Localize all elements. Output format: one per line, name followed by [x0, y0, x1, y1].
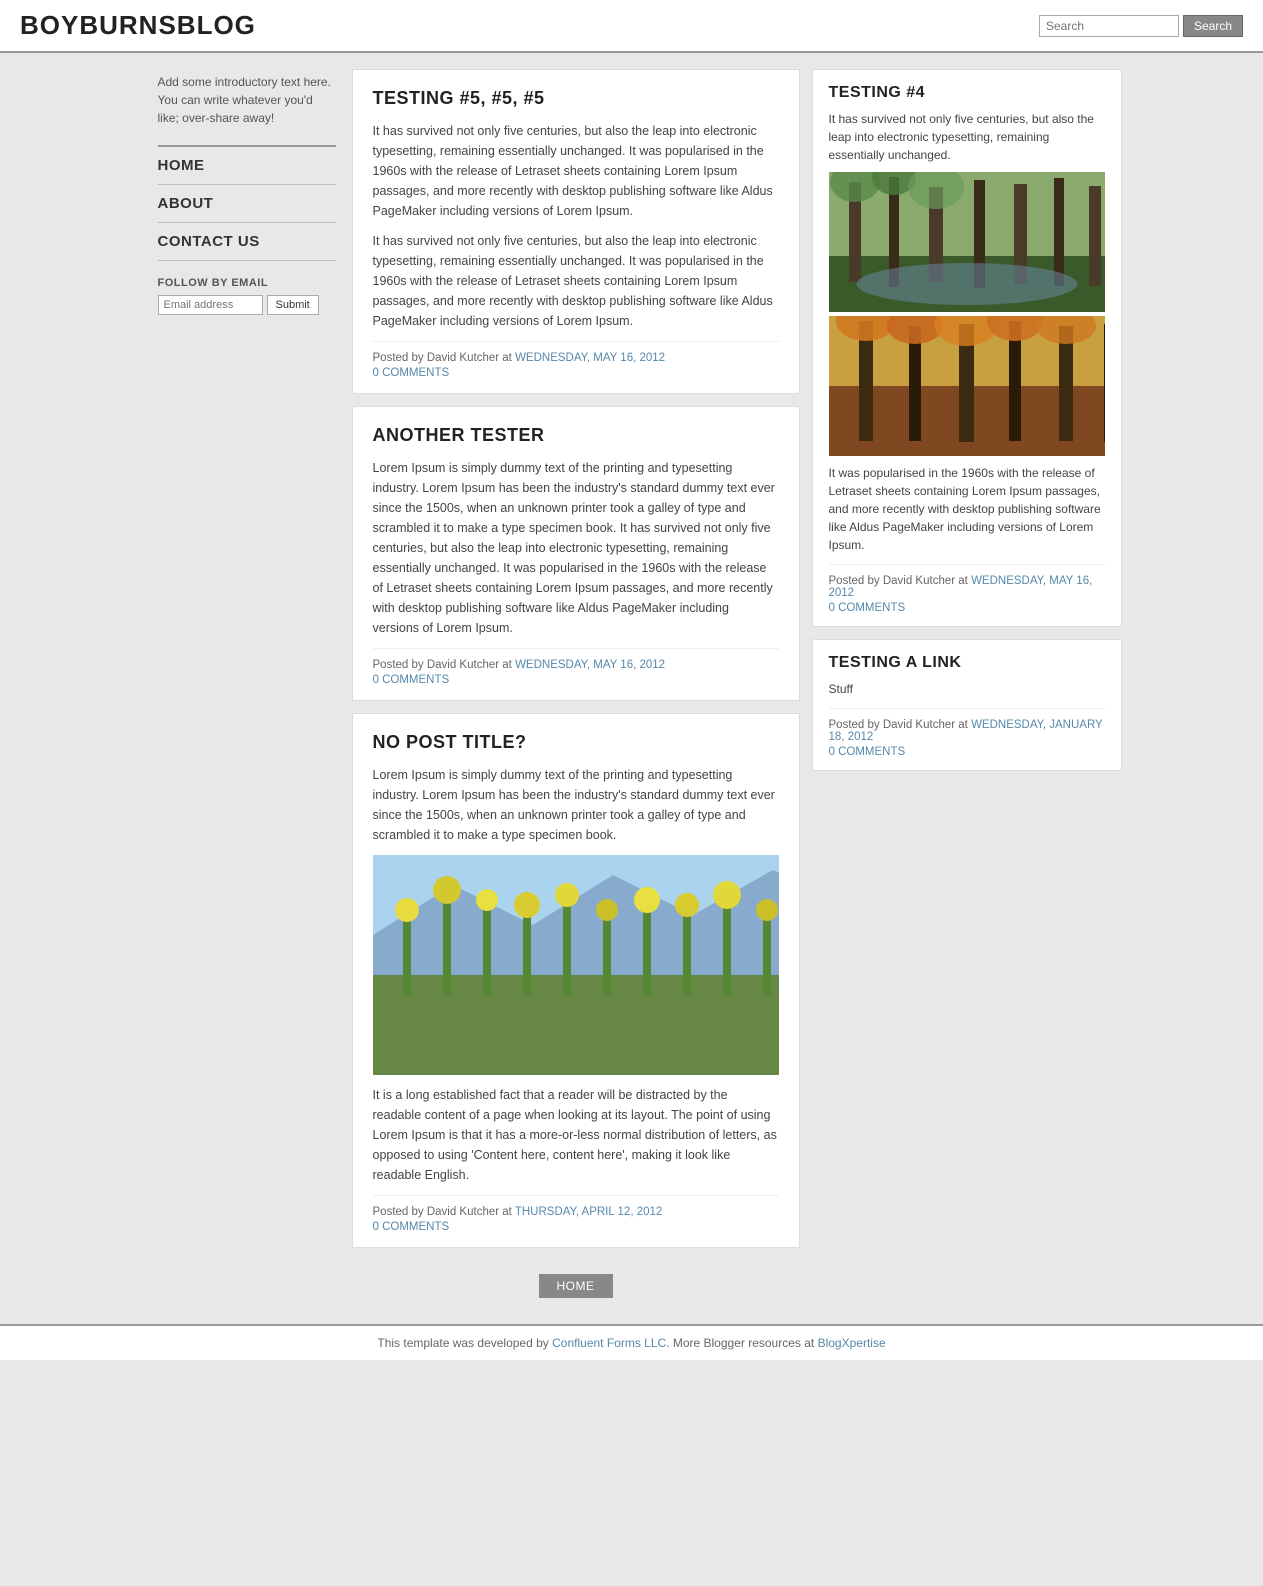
sidebar: Add some introductory text here. You can…: [142, 53, 352, 1324]
right-post-comments-1[interactable]: 0 COMMENTS: [829, 602, 1105, 614]
post-meta-2: Posted by David Kutcher at WEDNESDAY, MA…: [373, 648, 779, 686]
right-column: TESTING #4 It has survived not only five…: [812, 69, 1122, 1308]
footer-home-button[interactable]: HOME: [539, 1274, 613, 1298]
post-title-2: ANOTHER TESTER: [373, 425, 779, 446]
post-body-2: Lorem Ipsum is simply dummy text of the …: [373, 458, 779, 638]
sidebar-item-contact[interactable]: CONTACT US: [158, 223, 336, 261]
post-comments-link-3[interactable]: 0 COMMENTS: [373, 1221, 779, 1233]
footer-blogxpertise-link[interactable]: BlogXpertise: [818, 1336, 886, 1350]
post-image-flowers: [373, 855, 779, 1075]
post-title-3: NO POST TITLE?: [373, 732, 779, 753]
footer-confluent-link[interactable]: Confluent Forms LLC: [552, 1336, 666, 1350]
post-body-3b: It is a long established fact that a rea…: [373, 1085, 779, 1185]
right-post-meta-2: Posted by David Kutcher at WEDNESDAY, JA…: [829, 708, 1105, 758]
post-meta-1: Posted by David Kutcher at WEDNESDAY, MA…: [373, 341, 779, 379]
post-image-forest-1: [829, 172, 1105, 312]
post-comments-link-2[interactable]: 0 COMMENTS: [373, 674, 779, 686]
post-meta-3: Posted by David Kutcher at THURSDAY, APR…: [373, 1195, 779, 1233]
post-date-link-3[interactable]: THURSDAY, APRIL 12, 2012: [515, 1206, 662, 1218]
sidebar-item-home[interactable]: HOME: [158, 147, 336, 185]
post-card-3: NO POST TITLE? Lorem Ipsum is simply dum…: [352, 713, 800, 1248]
search-input[interactable]: [1039, 15, 1179, 37]
right-post-body-1a: It has survived not only five centuries,…: [829, 110, 1105, 164]
right-post-author-2: Posted by David Kutcher at: [829, 719, 972, 731]
post-author-1: Posted by David Kutcher at: [373, 352, 516, 364]
right-post-card-2: TESTING A LINK Stuff Posted by David Kut…: [812, 639, 1122, 771]
site-title: BOYBURNSBLOG: [20, 10, 256, 41]
right-post-comments-2[interactable]: 0 COMMENTS: [829, 746, 1105, 758]
post-date-link-1[interactable]: WEDNESDAY, MAY 16, 2012: [515, 352, 665, 364]
site-header: BOYBURNSBLOG Search: [0, 0, 1263, 53]
post-author-2: Posted by David Kutcher at: [373, 659, 516, 671]
main-wrapper: Add some introductory text here. You can…: [142, 53, 1122, 1324]
post-body-3: Lorem Ipsum is simply dummy text of the …: [373, 765, 779, 845]
follow-label: FOLLOW BY EMAIL: [158, 277, 336, 289]
post-author-3: Posted by David Kutcher at: [373, 1206, 515, 1218]
footer-nav: HOME: [352, 1264, 800, 1308]
search-button[interactable]: Search: [1183, 15, 1243, 37]
right-post-title-1: TESTING #4: [829, 84, 1105, 102]
email-submit-button[interactable]: Submit: [267, 295, 319, 315]
right-post-card-1: TESTING #4 It has survived not only five…: [812, 69, 1122, 627]
footer-text: This template was developed by Confluent…: [377, 1336, 885, 1350]
page-footer: This template was developed by Confluent…: [0, 1324, 1263, 1360]
post-image-forest-2: [829, 316, 1105, 456]
right-post-body-1b: It was popularised in the 1960s with the…: [829, 464, 1105, 554]
post-card-2: ANOTHER TESTER Lorem Ipsum is simply dum…: [352, 406, 800, 701]
post-date-link-2[interactable]: WEDNESDAY, MAY 16, 2012: [515, 659, 665, 671]
search-area: Search: [1039, 15, 1243, 37]
post-title-1: TESTING #5, #5, #5: [373, 88, 779, 109]
post-comments-link-1[interactable]: 0 COMMENTS: [373, 367, 779, 379]
right-post-body-2: Stuff: [829, 680, 1105, 698]
post-body-1: It has survived not only five centuries,…: [373, 121, 779, 331]
sidebar-nav: HOME ABOUT CONTACT US: [158, 145, 336, 261]
right-post-meta-1: Posted by David Kutcher at WEDNESDAY, MA…: [829, 564, 1105, 614]
right-post-author-1: Posted by David Kutcher at: [829, 575, 972, 587]
content-area: TESTING #5, #5, #5 It has survived not o…: [352, 53, 1122, 1324]
sidebar-item-about[interactable]: ABOUT: [158, 185, 336, 223]
right-post-title-2: TESTING A LINK: [829, 654, 1105, 672]
email-form: Submit: [158, 295, 336, 315]
email-input[interactable]: [158, 295, 263, 315]
left-column: TESTING #5, #5, #5 It has survived not o…: [352, 69, 800, 1308]
post-card-1: TESTING #5, #5, #5 It has survived not o…: [352, 69, 800, 394]
sidebar-intro: Add some introductory text here. You can…: [158, 73, 336, 127]
